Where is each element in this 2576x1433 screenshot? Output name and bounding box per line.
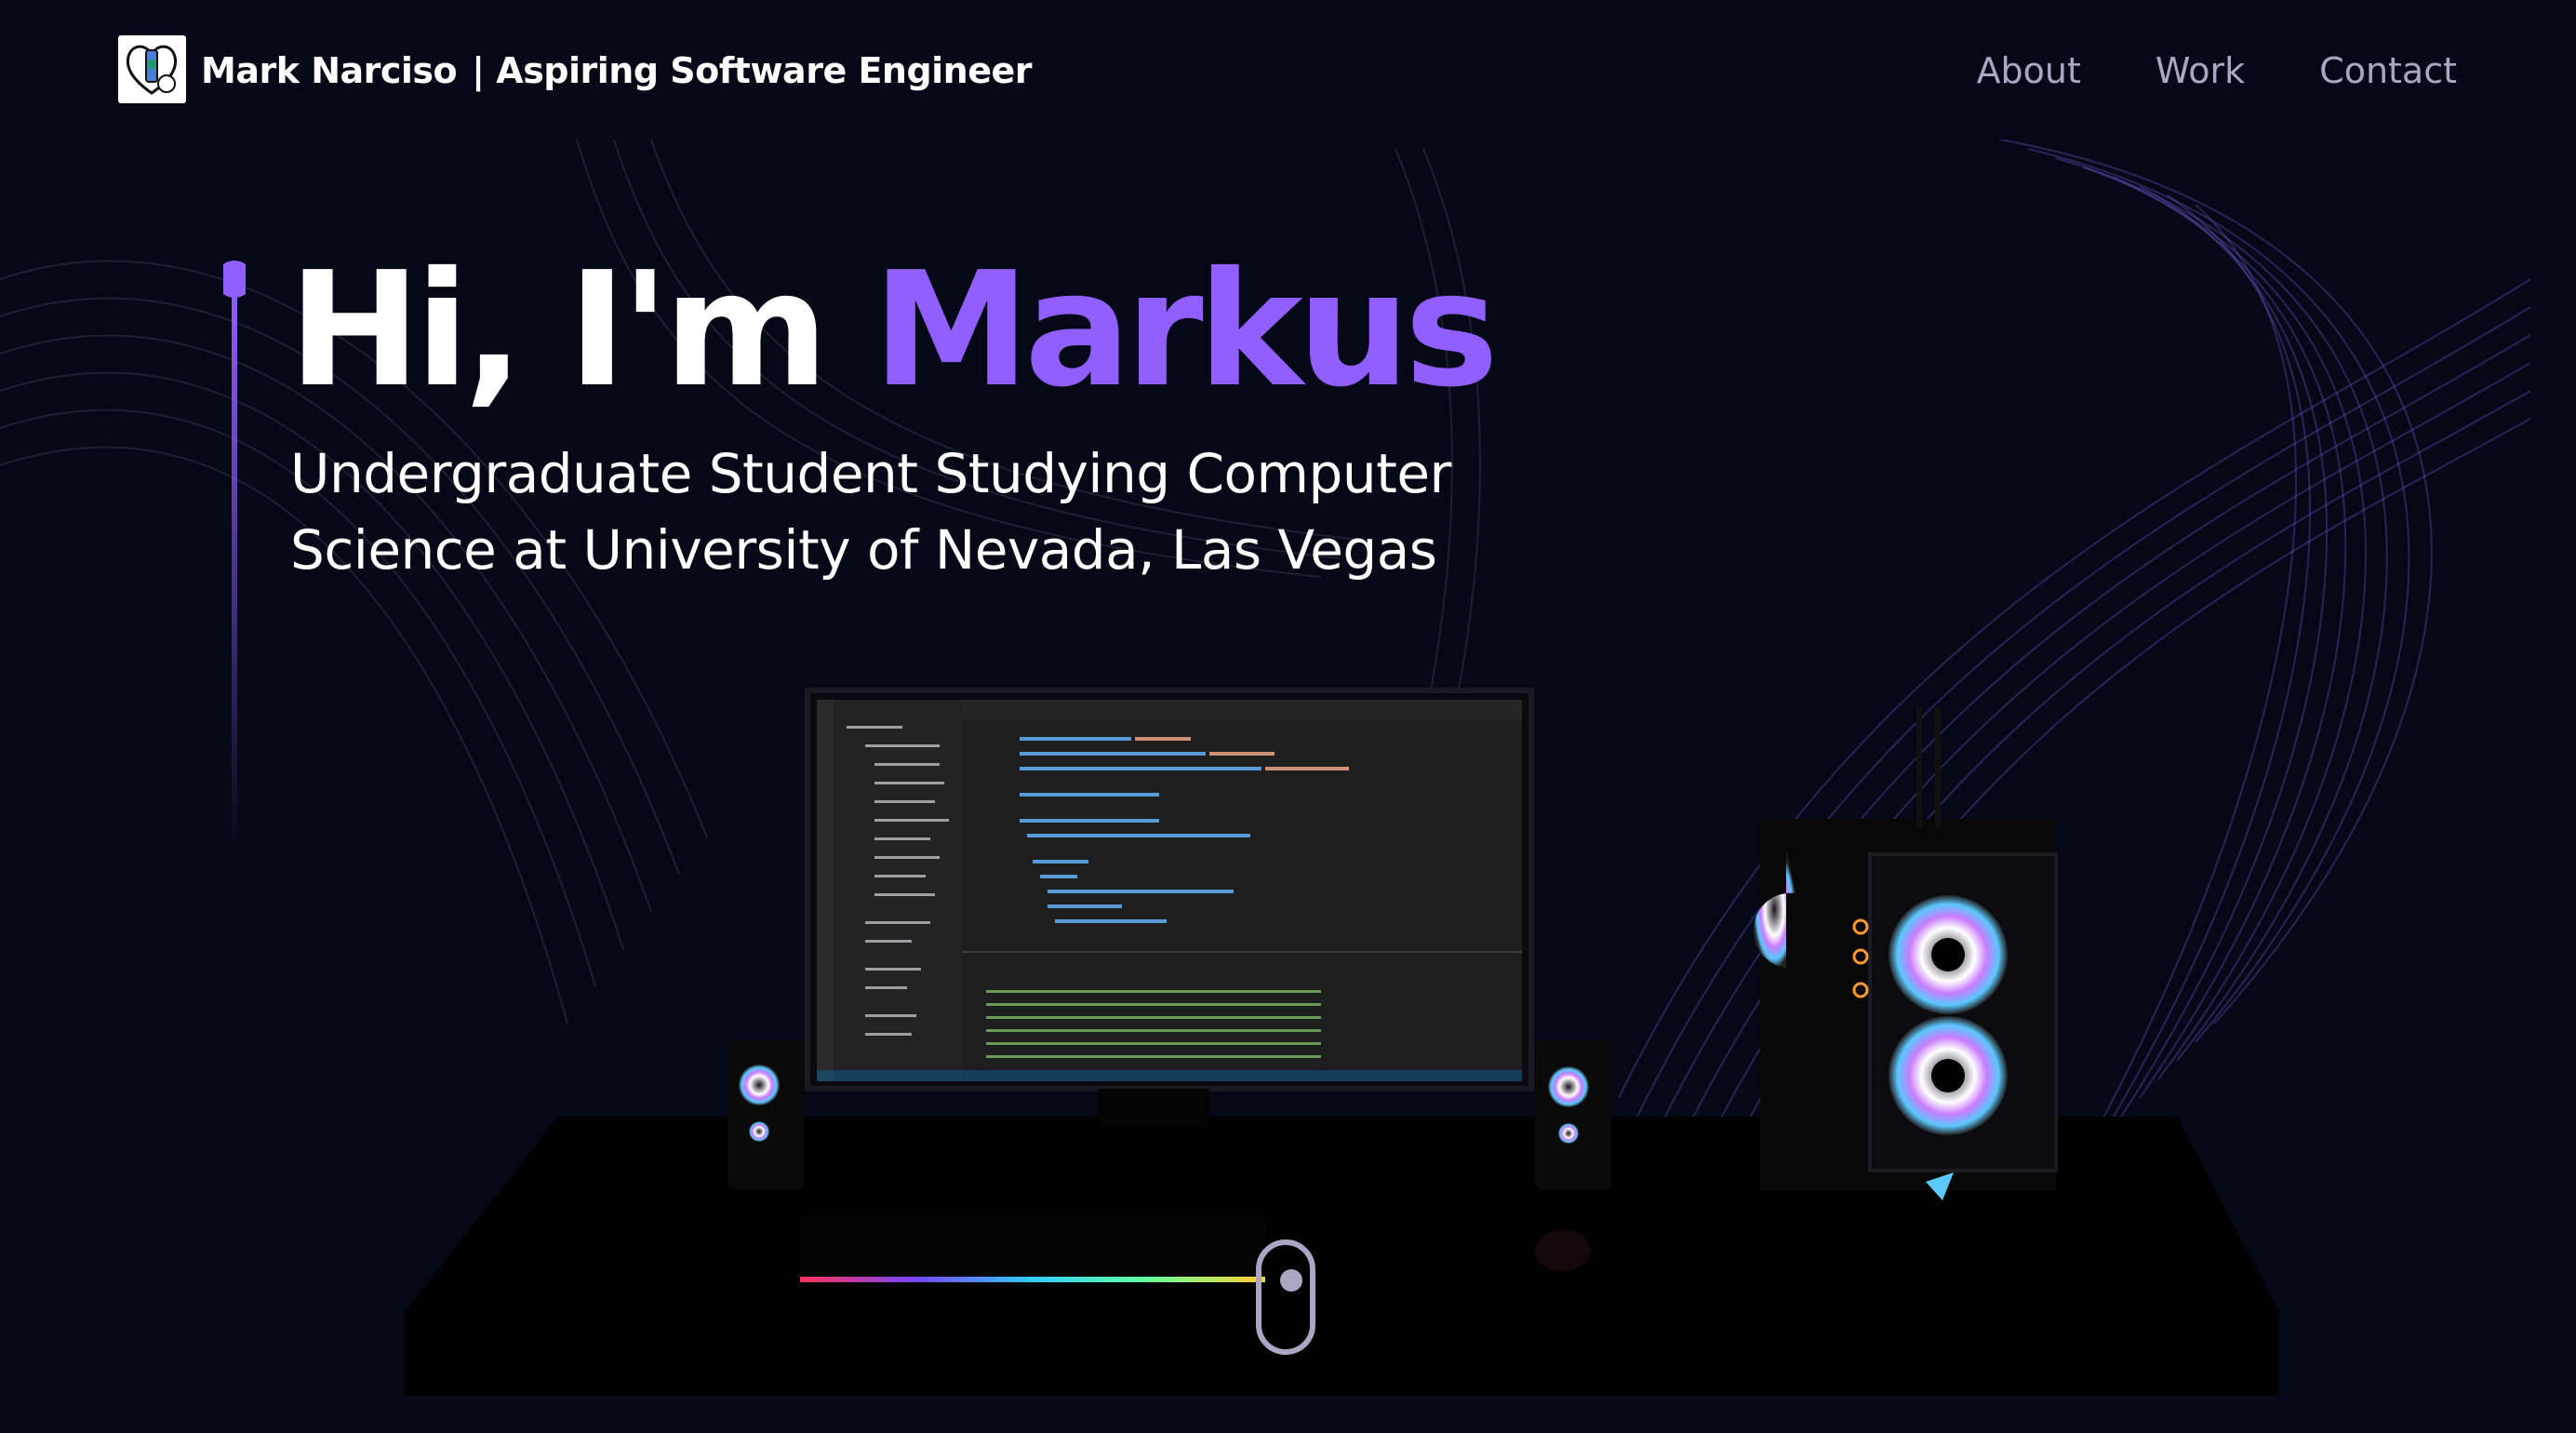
logo-icon[interactable] [118,35,186,103]
brand-title[interactable]: Mark Narciso | Aspiring Software Engineer [201,45,1033,97]
nav-about-link[interactable]: About [1977,45,2081,97]
nav-contact-link[interactable]: Contact [2319,45,2457,97]
scroll-mouse-icon[interactable] [1256,1239,1315,1355]
desktop-pc-scene [405,688,2279,1396]
brand-name: Mark Narciso [201,50,458,91]
scroll-indicator-dot [1280,1269,1302,1292]
site-header: Mark Narciso | Aspiring Software Engineer… [0,0,2576,140]
nav-work-link[interactable]: Work [2156,45,2245,97]
brand-tagline: | Aspiring Software Engineer [472,50,1033,91]
main-nav: About Work Contact [1977,45,2457,97]
